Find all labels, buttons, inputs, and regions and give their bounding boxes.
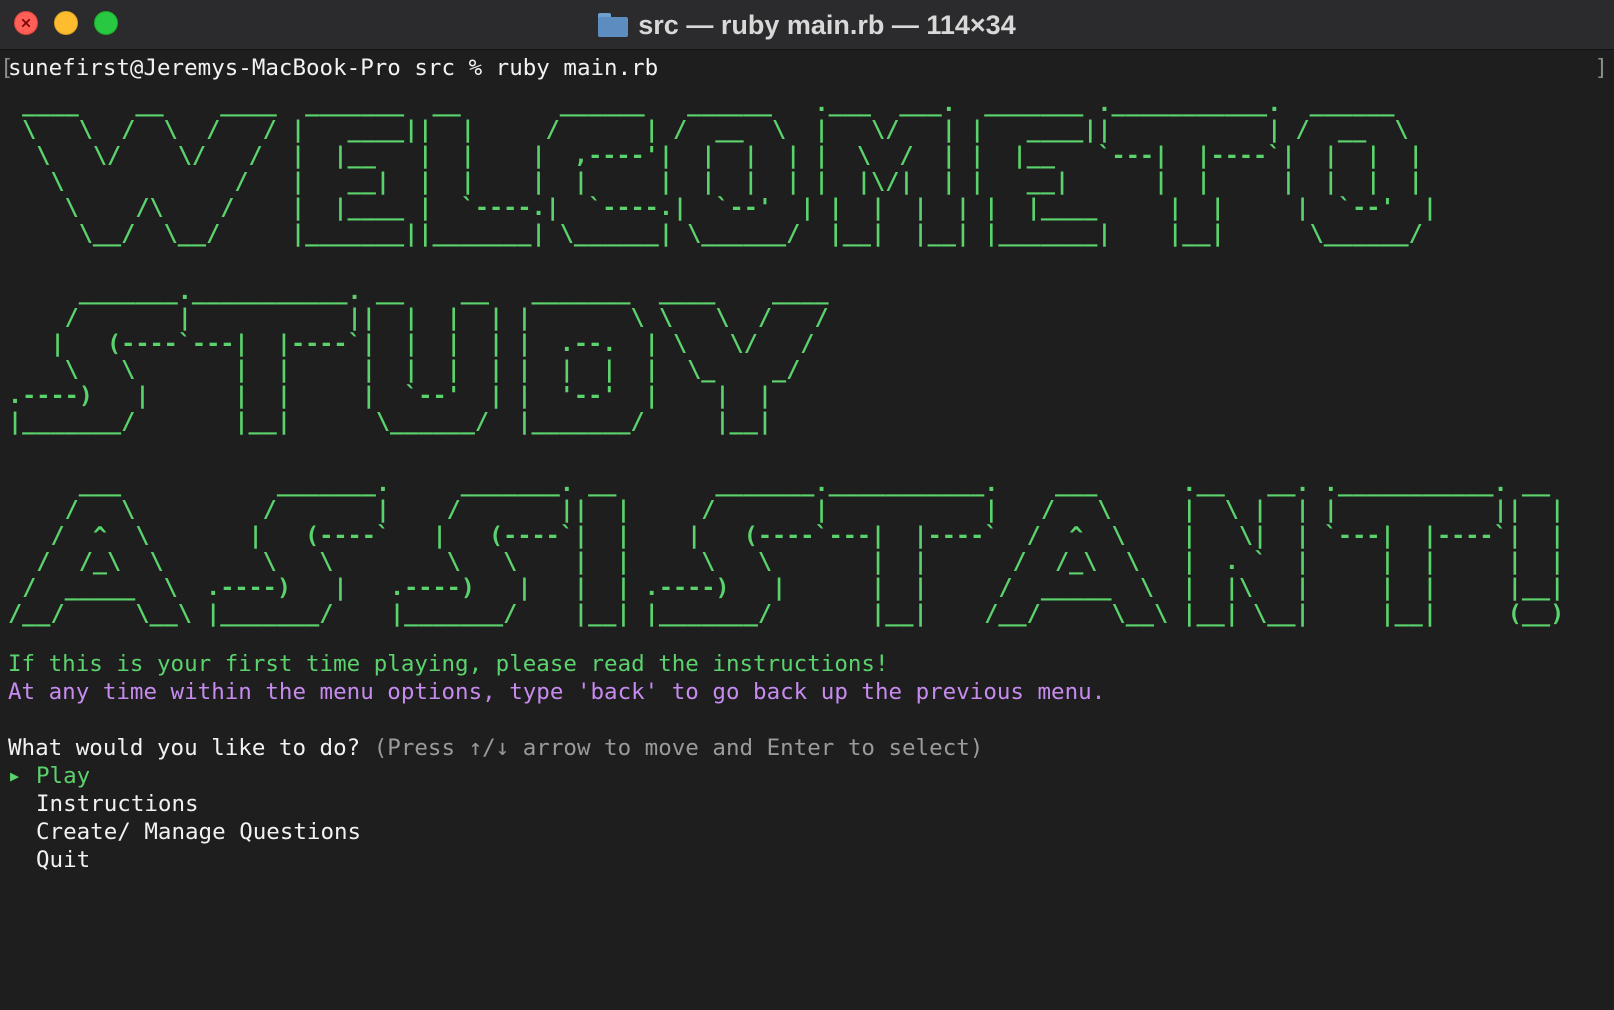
menu-question: What would you like to do? — [8, 735, 361, 761]
menu-item-play[interactable]: ▶ Play — [8, 762, 1105, 790]
menu-item-create-manage-questions[interactable]: Create/ Manage Questions — [8, 818, 1105, 846]
menu-hint: (Press ↑/↓ arrow to move and Enter to se… — [373, 735, 984, 761]
window-title: src — ruby main.rb — 114×34 — [638, 9, 1016, 40]
menu-item-label: Play — [36, 763, 91, 789]
terminal-window: src — ruby main.rb — 114×34 [ sunefirst@… — [0, 0, 1614, 1010]
window-title-group: src — ruby main.rb — 114×34 — [0, 0, 1614, 50]
menu-item-label: Quit — [36, 847, 91, 873]
terminal-content[interactable]: [ sunefirst@Jeremys-MacBook-Pro src % ru… — [0, 50, 1614, 1010]
menu-area: If this is your first time playing, plea… — [8, 650, 1105, 874]
menu-item-instructions[interactable]: Instructions — [8, 790, 1105, 818]
menu-question-line: What would you like to do? (Press ↑/↓ ar… — [8, 734, 1105, 762]
command-prompt: sunefirst@Jeremys-MacBook-Pro src % ruby… — [8, 55, 659, 81]
menu-item-quit[interactable]: Quit — [8, 846, 1105, 874]
first-time-notice: If this is your first time playing, plea… — [8, 651, 889, 677]
banner-assistant: ___ _______. _______. __ _______._______… — [8, 469, 1565, 627]
banner-study: _______.___________. __ __ _______ ____ … — [8, 277, 829, 435]
title-bar[interactable]: src — ruby main.rb — 114×34 — [0, 0, 1614, 50]
folder-icon — [598, 13, 629, 37]
back-notice: At any time within the menu options, typ… — [8, 679, 1106, 705]
banner-welcome-to: ____ __ ____ _______ __ ______ ______ ._… — [22, 89, 1437, 247]
mark-bracket-right: ] — [1594, 55, 1608, 81]
menu-item-label: Create/ Manage Questions — [36, 819, 362, 845]
selection-pointer-icon: ▶ — [10, 767, 20, 785]
menu-item-label: Instructions — [36, 791, 199, 817]
